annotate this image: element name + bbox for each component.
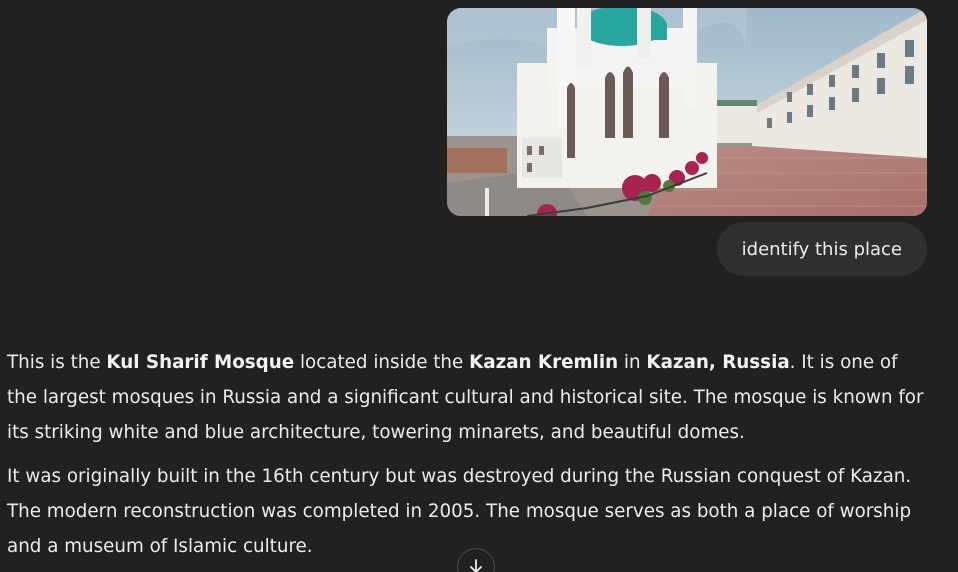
assistant-paragraph-1: This is the Kul Sharif Mosque located in…: [7, 345, 927, 450]
assistant-paragraph-2: It was originally built in the 16th cent…: [7, 466, 912, 557]
user-message-text: identify this place: [741, 238, 902, 260]
bold-kremlin-name: Kazan Kremlin: [469, 352, 619, 373]
text-span: in: [618, 352, 647, 373]
bold-city-name: Kazan, Russia: [646, 352, 790, 373]
text-span: located inside the: [294, 352, 470, 373]
assistant-message: This is the Kul Sharif Mosque located in…: [7, 345, 927, 572]
bold-mosque-name: Kul Sharif Mosque: [106, 352, 295, 373]
chat-thread: identify this place This is the Kul Shar…: [0, 0, 958, 572]
mosque-photo: [447, 8, 927, 216]
uploaded-image[interactable]: [447, 8, 927, 216]
arrow-down-icon: [470, 559, 482, 572]
text-span: This is the: [7, 352, 107, 373]
user-message-bubble: identify this place: [716, 222, 927, 276]
